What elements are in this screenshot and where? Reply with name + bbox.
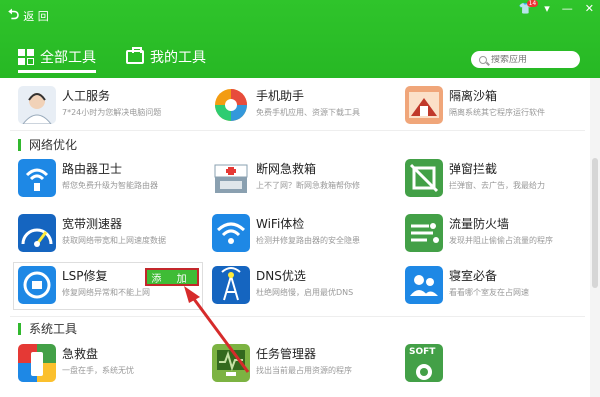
router-icon bbox=[18, 159, 56, 197]
add-button[interactable]: 添 加 bbox=[145, 268, 199, 286]
tool-soft-manager[interactable]: SOFT bbox=[405, 340, 585, 390]
tool-name: 寝室必备 bbox=[449, 269, 498, 283]
tool-desc: 帮您免费升级为智能路由器 bbox=[62, 181, 158, 190]
skin-badge: 14 bbox=[526, 0, 539, 7]
close-icon[interactable]: ✕ bbox=[585, 2, 594, 15]
tool-desc: 一盘在手，系统无忧 bbox=[62, 366, 134, 375]
tool-name: WiFi体检 bbox=[256, 217, 305, 231]
minimize-icon[interactable]: — bbox=[562, 2, 573, 15]
task-monitor-icon bbox=[212, 344, 250, 382]
tab-all-tools[interactable]: 全部工具 bbox=[18, 47, 96, 73]
tool-name: 弹窗拦截 bbox=[449, 162, 498, 176]
sandbox-icon bbox=[405, 86, 443, 124]
tool-rescue-disk[interactable]: 急救盘 一盘在手，系统无忧 bbox=[18, 340, 198, 390]
tool-net-rescue[interactable]: 断网急救箱 上不了网？断网急救箱帮你修 bbox=[212, 155, 392, 205]
tool-desc: 修复网络异常和不能上网 bbox=[62, 288, 150, 297]
toolbox-icon bbox=[126, 47, 144, 64]
first-aid-box-icon bbox=[212, 159, 250, 197]
divider bbox=[10, 130, 585, 131]
tool-router-guard[interactable]: 路由器卫士 帮您免费升级为智能路由器 bbox=[18, 155, 198, 205]
tool-task-manager[interactable]: 任务管理器 找出当前最占用资源的程序 bbox=[212, 340, 392, 390]
rescue-usb-icon bbox=[18, 344, 56, 382]
back-label: 返 回 bbox=[23, 10, 49, 23]
firewall-icon bbox=[405, 214, 443, 252]
scrollbar[interactable] bbox=[590, 78, 600, 397]
tool-name: 手机助手 bbox=[256, 89, 305, 103]
dns-tower-icon bbox=[212, 266, 250, 304]
tool-desc: 隔离系统其它程序运行软件 bbox=[449, 108, 545, 117]
wifi-icon bbox=[212, 214, 250, 252]
tool-human-service[interactable]: 人工服务 7*24小时为您解决电脑问题 bbox=[18, 82, 198, 132]
search-input[interactable] bbox=[491, 54, 571, 65]
tool-desc: 看看哪个室友在占网速 bbox=[449, 288, 529, 297]
tool-name: 任务管理器 bbox=[256, 347, 317, 361]
tool-desc: 7*24小时为您解决电脑问题 bbox=[62, 108, 162, 117]
phone-assistant-icon bbox=[212, 86, 250, 124]
tool-name: DNS优选 bbox=[256, 269, 306, 283]
soft-icon-label: SOFT bbox=[409, 347, 436, 357]
support-agent-icon bbox=[18, 86, 56, 124]
tool-name: LSP修复 bbox=[62, 269, 108, 283]
section-system: 系统工具 bbox=[18, 323, 77, 335]
back-button[interactable]: ⮌ 返 回 bbox=[8, 4, 49, 28]
tool-desc: 发现并阻止偷偷占流量的程序 bbox=[449, 236, 553, 245]
header-bar: ⮌ 返 回 👕 14 ▾ — ✕ 全部工具 我的工具 bbox=[0, 0, 600, 78]
search-icon bbox=[479, 55, 487, 64]
tool-dns-optimize[interactable]: DNS优选 杜绝网络慢，启用最优DNS bbox=[212, 262, 392, 312]
tool-phone-assistant[interactable]: 手机助手 免费手机应用、资源下载工具 bbox=[212, 82, 392, 132]
speedometer-icon bbox=[18, 214, 56, 252]
tab-label: 全部工具 bbox=[40, 50, 96, 66]
tab-label: 我的工具 bbox=[150, 50, 206, 66]
tool-desc: 找出当前最占用资源的程序 bbox=[256, 366, 352, 375]
section-network: 网络优化 bbox=[18, 139, 77, 151]
tool-desc: 免费手机应用、资源下载工具 bbox=[256, 108, 360, 117]
tool-desc: 检测并修复路由器的安全隐患 bbox=[256, 236, 360, 245]
tool-desc: 拦弹窗、去广告，我最给力 bbox=[449, 181, 545, 190]
tool-desc: 上不了网？断网急救箱帮你修 bbox=[256, 181, 360, 190]
tool-name: 断网急救箱 bbox=[256, 162, 317, 176]
menu-icon[interactable]: ▾ bbox=[544, 2, 550, 15]
skin-icon[interactable]: 👕 14 bbox=[519, 0, 539, 15]
tool-name: 流量防火墙 bbox=[449, 217, 510, 231]
tool-dorm-essential[interactable]: 寝室必备 看看哪个室友在占网速 bbox=[405, 262, 585, 312]
roommates-icon bbox=[405, 266, 443, 304]
soft-icon: SOFT bbox=[405, 344, 443, 382]
tab-my-tools[interactable]: 我的工具 bbox=[126, 47, 206, 67]
popup-block-icon bbox=[405, 159, 443, 197]
lsp-chip-icon bbox=[18, 266, 56, 304]
search-box[interactable] bbox=[471, 51, 580, 68]
tool-name: 宽带测速器 bbox=[62, 217, 123, 231]
window-controls: 👕 14 ▾ — ✕ bbox=[519, 0, 594, 15]
tool-popup-block[interactable]: 弹窗拦截 拦弹窗、去广告，我最给力 bbox=[405, 155, 585, 205]
tool-name: 急救盘 bbox=[62, 347, 99, 361]
tool-speed-test[interactable]: 宽带测速器 获取网络带宽和上网速度数据 bbox=[18, 210, 198, 260]
tool-name: 隔离沙箱 bbox=[449, 89, 498, 103]
grid-icon bbox=[18, 49, 34, 65]
tool-wifi-check[interactable]: WiFi体检 检测并修复路由器的安全隐患 bbox=[212, 210, 392, 260]
tool-desc: 获取网络带宽和上网速度数据 bbox=[62, 236, 166, 245]
tool-traffic-firewall[interactable]: 流量防火墙 发现并阻止偷偷占流量的程序 bbox=[405, 210, 585, 260]
scrollbar-thumb[interactable] bbox=[592, 158, 598, 288]
back-arrow-icon: ⮌ bbox=[8, 7, 20, 23]
tool-desc: 杜绝网络慢，启用最优DNS bbox=[256, 288, 354, 297]
tool-sandbox[interactable]: 隔离沙箱 隔离系统其它程序运行软件 bbox=[405, 82, 585, 132]
tool-name: 人工服务 bbox=[62, 89, 111, 103]
tool-name: 路由器卫士 bbox=[62, 162, 123, 176]
divider bbox=[10, 316, 585, 317]
